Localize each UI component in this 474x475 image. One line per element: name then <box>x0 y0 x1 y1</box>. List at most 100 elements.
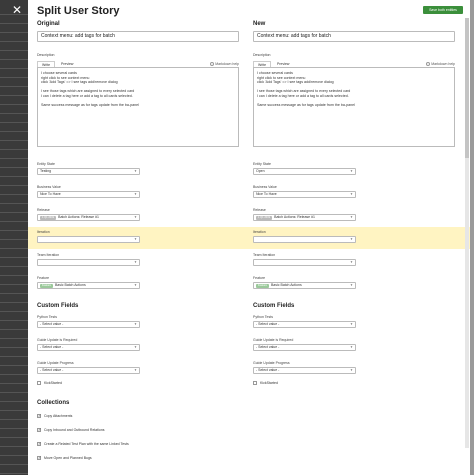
chevron-down-icon: ▼ <box>134 283 137 287</box>
original-team-iteration-select[interactable]: ▼ <box>37 259 140 266</box>
modal-title: Split User Story <box>37 5 120 17</box>
new-entity-state-label: Entity State <box>253 162 271 166</box>
background-row-divider <box>0 194 28 195</box>
checkbox-label: Copy Inbound and Outbound Relations <box>44 428 105 432</box>
new-guide-update-required-select[interactable]: - Select value - ▼ <box>253 344 356 351</box>
original-business-value-select[interactable]: Nice To Have ▼ <box>37 191 140 198</box>
chevron-down-icon: ▼ <box>350 368 353 372</box>
new-business-value-label: Business Value <box>253 185 277 189</box>
background-row-divider <box>0 203 28 204</box>
original-guide-update-required-label: Guide Update is Required <box>37 338 78 342</box>
original-iteration-label: Iteration <box>37 230 50 234</box>
new-kickstarted-checkbox[interactable]: KickStarted <box>253 381 278 386</box>
background-row-divider <box>0 410 28 411</box>
collection-item[interactable]: Copy Attachments <box>37 413 73 419</box>
chevron-down-icon: ▼ <box>134 169 137 173</box>
new-iteration-select[interactable]: ▼ <box>253 236 356 243</box>
markdown-help-label: Markdown help <box>431 62 455 66</box>
background-row-divider <box>0 68 28 69</box>
help-icon <box>426 62 431 67</box>
background-row-divider <box>0 158 28 159</box>
chevron-down-icon: ▼ <box>134 345 137 349</box>
checkbox[interactable] <box>37 381 41 385</box>
original-guide-update-required-select[interactable]: - Select value - ▼ <box>37 344 140 351</box>
chevron-down-icon: ▼ <box>350 169 353 173</box>
new-description-editor[interactable]: I choose several cards right click to se… <box>253 67 455 147</box>
original-kickstarted-checkbox[interactable]: KickStarted <box>37 381 62 386</box>
desc-line: Same success message as for tags update … <box>41 103 139 108</box>
new-team-iteration-select[interactable]: ▼ <box>253 259 356 266</box>
checkbox-label: KickStarted <box>44 381 62 385</box>
markdown-help-label: Markdown help <box>215 62 239 66</box>
original-name-input[interactable]: Context menu: add tags for batch <box>37 31 239 42</box>
new-release-select[interactable]: 1 Q1 2019 Batch Actions: Release #1 ▼ <box>253 214 356 221</box>
new-business-value-select[interactable]: Nice To Have ▼ <box>253 191 356 198</box>
background-row-divider <box>0 185 28 186</box>
background-row-divider <box>0 275 28 276</box>
original-python-tests-select[interactable]: - Select value - ▼ <box>37 321 140 328</box>
original-release-label: Release <box>37 208 50 212</box>
background-row-divider <box>0 77 28 78</box>
background-row-divider <box>0 149 28 150</box>
background-row-divider <box>0 311 28 312</box>
chevron-down-icon: ▼ <box>134 260 137 264</box>
new-heading: New <box>253 21 266 27</box>
checkbox[interactable] <box>37 455 41 460</box>
background-row-divider <box>0 401 28 402</box>
background-edge <box>470 0 474 475</box>
collection-item[interactable]: Create a Related Test Plan with the same… <box>37 441 129 447</box>
new-python-tests-select[interactable]: - Select value - ▼ <box>253 321 356 328</box>
select-value: Testing <box>40 169 52 173</box>
checkbox-label: KickStarted <box>260 381 278 385</box>
original-guide-update-progress-select[interactable]: - Select value - ▼ <box>37 367 140 374</box>
background-row-divider <box>0 392 28 393</box>
background-row-divider <box>0 230 28 231</box>
select-value: - Select value - <box>256 368 280 372</box>
background-row-divider <box>0 302 28 303</box>
original-release-select[interactable]: 1 Q1 2019 Batch Actions: Release #1 ▼ <box>37 214 140 221</box>
new-name-input[interactable]: Context menu: add tags for batch <box>253 31 455 42</box>
background-row-divider <box>0 356 28 357</box>
background-row-divider <box>0 374 28 375</box>
new-guide-update-progress-select[interactable]: - Select value - ▼ <box>253 367 356 374</box>
background-row-divider <box>0 383 28 384</box>
original-python-tests-label: Python Tests <box>37 315 57 319</box>
select-value: Nice To Have <box>40 192 61 196</box>
new-custom-fields-heading: Custom Fields <box>253 303 295 309</box>
background-row-divider <box>0 428 28 429</box>
collection-item[interactable]: Move Open and Planned Bugs <box>37 455 92 461</box>
checkbox-label: Create a Related Test Plan with the same… <box>44 442 129 446</box>
background-row-divider <box>0 473 28 474</box>
checkbox[interactable] <box>37 441 41 446</box>
modal-scrollbar[interactable] <box>465 18 469 448</box>
background-row-divider <box>0 446 28 447</box>
select-value: - Select value - <box>40 322 64 326</box>
chevron-down-icon: ▼ <box>350 260 353 264</box>
original-feature-select[interactable]: Feature Basic Batch Actions ▼ <box>37 282 140 289</box>
feature-tag: Feature <box>256 283 269 288</box>
help-icon <box>210 62 215 67</box>
close-icon[interactable]: ✕ <box>11 4 23 16</box>
original-guide-update-progress-label: Guide Update Progress <box>37 361 74 365</box>
new-entity-state-select[interactable]: Open ▼ <box>253 168 356 175</box>
original-markdown-help[interactable]: Markdown help <box>210 62 239 67</box>
select-value: Batch Actions: Release #1 <box>58 215 99 219</box>
checkbox[interactable] <box>37 427 41 432</box>
original-iteration-select[interactable]: ▼ <box>37 236 140 243</box>
background-row-divider <box>0 50 28 51</box>
background-row-divider <box>0 320 28 321</box>
background-row-divider <box>0 347 28 348</box>
collection-item[interactable]: Copy Inbound and Outbound Relations <box>37 427 105 433</box>
scrollbar-thumb[interactable] <box>465 18 469 158</box>
original-description-label: Description <box>37 53 55 57</box>
checkbox-label: Copy Attachments <box>44 414 73 418</box>
new-feature-select[interactable]: Feature Basic Batch Actions ▼ <box>253 282 356 289</box>
checkbox[interactable] <box>253 381 257 385</box>
original-description-editor[interactable]: I choose several cards right click to se… <box>37 67 239 147</box>
background-row-divider <box>0 176 28 177</box>
save-both-button[interactable]: Save both entities <box>423 6 463 14</box>
original-entity-state-select[interactable]: Testing ▼ <box>37 168 140 175</box>
checkbox[interactable] <box>37 413 41 418</box>
new-markdown-help[interactable]: Markdown help <box>426 62 455 67</box>
background-sidebar <box>0 0 28 475</box>
